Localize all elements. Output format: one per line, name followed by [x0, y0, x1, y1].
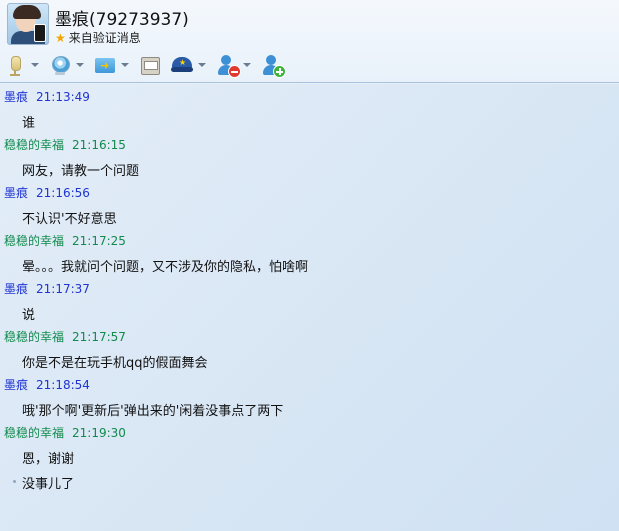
- webcam-icon: [49, 54, 71, 76]
- remove-contact-icon: [216, 54, 241, 78]
- chevron-down-icon[interactable]: [243, 63, 251, 67]
- remove-contact-button[interactable]: [216, 52, 251, 78]
- contact-name[interactable]: 墨痕(79273937): [55, 5, 189, 30]
- message-text: 晕。。。我就问个问题，又不涉及你的隐私，怕啥啊: [22, 260, 309, 275]
- add-contact-button[interactable]: [261, 52, 286, 78]
- sender-name: 稳稳的幸福: [4, 138, 65, 152]
- report-button[interactable]: ★: [171, 52, 206, 78]
- sender-name: 墨痕: [4, 90, 29, 104]
- sender-name: 墨痕: [4, 282, 29, 296]
- message-text: 你是不是在玩手机qq的假面舞会: [22, 356, 208, 371]
- police-report-icon: ★: [171, 54, 193, 76]
- message-text: 谁: [22, 116, 36, 131]
- message-item: 稳稳的幸福 21:16:15 网友，请教一个问题: [0, 131, 619, 179]
- message-item: 稳稳的幸福 21:17:57 你是不是在玩手机qq的假面舞会: [0, 323, 619, 371]
- message-meta: 墨痕 21:16:56: [4, 184, 90, 201]
- bullet-dot-icon: [13, 480, 16, 483]
- contact-source-status: ★ 来自验证消息: [55, 29, 141, 46]
- message-item: 墨痕 21:17:37 说: [0, 275, 619, 323]
- chevron-down-icon[interactable]: [31, 63, 39, 67]
- message-meta: 稳稳的幸福 21:17:25: [4, 232, 126, 249]
- sender-name: 稳稳的幸福: [4, 426, 65, 440]
- chevron-down-icon[interactable]: [76, 63, 84, 67]
- contact-source-text: 来自验证消息: [68, 31, 141, 45]
- message-item: 墨痕 21:16:56 不认识'不好意思: [0, 179, 619, 227]
- message-time: 21:13:49: [36, 90, 90, 104]
- chevron-down-icon[interactable]: [198, 63, 206, 67]
- mobile-online-icon: [34, 24, 46, 42]
- screen-share-button[interactable]: [139, 52, 161, 78]
- sender-name: 稳稳的幸福: [4, 330, 65, 344]
- add-contact-icon: [261, 54, 286, 78]
- sender-name: 墨痕: [4, 186, 29, 200]
- contact-avatar[interactable]: [7, 3, 49, 45]
- message-time: 21:17:37: [36, 282, 90, 296]
- sender-name: 稳稳的幸福: [4, 234, 65, 248]
- chat-header: 墨痕(79273937) ★ 来自验证消息 ➜ ★: [0, 0, 619, 84]
- message-text: 恩，谢谢: [22, 452, 75, 467]
- message-meta: 墨痕 21:13:49: [4, 88, 90, 105]
- send-file-button[interactable]: ➜: [94, 52, 129, 78]
- message-meta: 稳稳的幸福 21:19:30: [4, 424, 126, 441]
- message-item: 稳稳的幸福 21:19:30 恩，谢谢 没事儿了: [0, 419, 619, 492]
- message-time: 21:17:57: [72, 330, 126, 344]
- message-meta: 稳稳的幸福 21:16:15: [4, 136, 126, 153]
- message-text: 不认识'不好意思: [22, 212, 117, 227]
- chat-toolbar: ➜ ★: [4, 52, 293, 78]
- chevron-down-icon[interactable]: [121, 63, 129, 67]
- message-time: 21:16:15: [72, 138, 126, 152]
- message-time: 21:19:30: [72, 426, 126, 440]
- message-time: 21:18:54: [36, 378, 90, 392]
- screen-share-icon: [139, 54, 161, 76]
- message-item: 墨痕 21:18:54 哦'那个啊'更新后'弹出来的'闲着没事点了两下: [0, 371, 619, 419]
- voice-call-button[interactable]: [4, 52, 39, 78]
- message-text: 说: [22, 308, 36, 323]
- message-history[interactable]: 墨痕 21:13:49 谁 稳稳的幸福 21:16:15 网友，请教一个问题 墨痕 2…: [0, 83, 619, 531]
- message-item: 稳稳的幸福 21:17:25 晕。。。我就问个问题，又不涉及你的隐私，怕啥啊: [0, 227, 619, 275]
- star-icon: ★: [55, 30, 66, 45]
- message-meta: 墨痕 21:17:37: [4, 280, 90, 297]
- send-file-icon: ➜: [94, 54, 116, 76]
- avatar-hair: [13, 5, 41, 19]
- message-meta: 稳稳的幸福 21:17:57: [4, 328, 126, 345]
- message-text: 哦'那个啊'更新后'弹出来的'闲着没事点了两下: [22, 404, 284, 419]
- message-text: 没事儿了: [22, 477, 75, 492]
- microphone-icon: [4, 54, 26, 76]
- video-call-button[interactable]: [49, 52, 84, 78]
- message-meta: 墨痕 21:18:54: [4, 376, 90, 393]
- message-time: 21:16:56: [36, 186, 90, 200]
- message-item: 墨痕 21:13:49 谁: [0, 83, 619, 131]
- sender-name: 墨痕: [4, 378, 29, 392]
- message-time: 21:17:25: [72, 234, 126, 248]
- message-text: 网友，请教一个问题: [22, 164, 140, 179]
